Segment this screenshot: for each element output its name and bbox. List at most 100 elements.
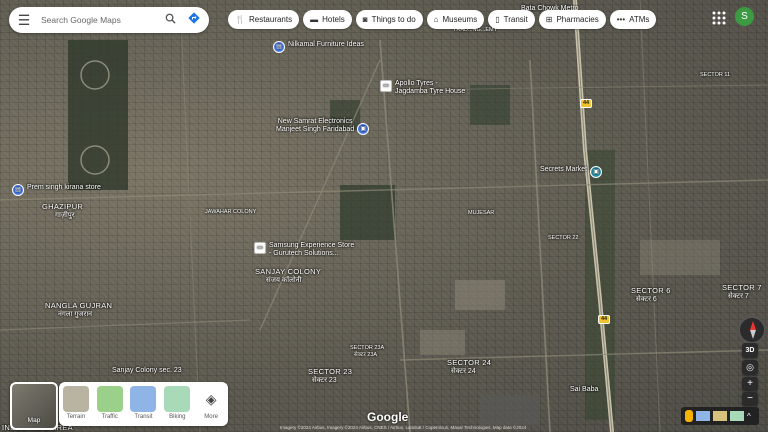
expand-button[interactable]: ^	[747, 412, 751, 421]
imagery-thumbnail[interactable]	[713, 411, 727, 421]
label-sector-11: SECTOR 11	[700, 72, 731, 78]
poi-manjeet-name: Manjeet Singh Faridabad	[276, 126, 355, 133]
label-sector-24-hi: सेक्टर 24	[451, 368, 476, 375]
zoom-in-button[interactable]: +	[742, 377, 758, 391]
chip-atms[interactable]: ••• ATMs	[609, 10, 657, 29]
poi-samsung-name: Samsung Experience Store	[269, 242, 355, 249]
zoom-out-button[interactable]: −	[742, 392, 758, 406]
imagery-thumbnail[interactable]	[730, 411, 744, 421]
pegman-icon[interactable]	[685, 410, 693, 422]
layer-biking[interactable]: Biking	[162, 386, 192, 420]
layers-stack-icon: ◈	[198, 386, 225, 412]
label-sector-23: SECTOR 23	[308, 367, 353, 376]
museum-icon: ⌂	[433, 15, 439, 24]
chip-transit-label: Transit	[503, 15, 528, 24]
label-sector-7: SECTOR 7	[722, 283, 762, 292]
label-sector-7-hi: सेक्टर 7	[728, 293, 749, 300]
poi-samsung[interactable]: ▭ Samsung Experience Store - Gurutech So…	[254, 242, 354, 258]
phone-pin-icon: ▭	[254, 242, 266, 254]
poi-new-samrat[interactable]: New Samrat Electronics Manjeet Singh Far…	[276, 118, 370, 135]
view-3d-button[interactable]: 3D	[742, 343, 758, 358]
imagery-thumbnail[interactable]	[696, 411, 710, 421]
layer-options-panel: Terrain Traffic Transit Biking ◈ More	[59, 382, 228, 426]
chip-things-to-do-label: Things to do	[371, 15, 416, 24]
traffic-thumbnail	[96, 386, 123, 412]
chip-hotels-label: Hotels	[322, 15, 345, 24]
poi-prem-singh-label: Prem singh kirana store	[27, 184, 101, 191]
label-sector-24: SECTOR 24	[447, 358, 492, 367]
layer-biking-label: Biking	[169, 414, 186, 420]
chip-museums-label: Museums	[442, 15, 478, 24]
chip-restaurants-label: Restaurants	[248, 15, 293, 24]
highway-44-shield-south: 44	[598, 315, 611, 324]
poi-new-samrat-label: New Samrat Electronics Manjeet Singh Far…	[276, 118, 354, 134]
layers-toggle-button[interactable]: Map	[10, 382, 58, 430]
biking-thumbnail	[164, 386, 191, 412]
poi-secrets-market-label: Secrets Market	[540, 166, 588, 173]
label-sai-baba[interactable]: Sai Baba	[570, 386, 598, 394]
poi-samsung-label: Samsung Experience Store - Gurutech Solu…	[269, 242, 354, 258]
layer-transit-label: Transit	[134, 414, 153, 420]
label-sector-6-hi: सेक्टर 6	[636, 296, 657, 303]
label-sector-23a-hi: सेक्टर 23A	[354, 352, 378, 358]
menu-icon[interactable]: ☰	[9, 12, 39, 29]
poi-apollo-label: Apollo Tyres - Jagdamba Tyre House	[395, 80, 465, 96]
poi-jagdamba-name: Jagdamba Tyre House	[395, 88, 466, 95]
chip-atms-label: ATMs	[629, 15, 650, 24]
label-ghazipur: GHAZIPUR	[42, 202, 84, 211]
layer-terrain[interactable]: Terrain	[61, 386, 91, 420]
layer-more[interactable]: ◈ More	[196, 386, 226, 420]
market-pin-icon: ▣	[590, 166, 603, 178]
search-icon[interactable]	[158, 11, 182, 29]
chip-pharmacies[interactable]: ⊞ Pharmacies	[538, 10, 606, 29]
chip-restaurants[interactable]: 🍴 Restaurants	[228, 10, 300, 29]
map-attribution: Imagery ©2024 Airbus, Imagery ©2024 Airb…	[280, 425, 527, 430]
fork-knife-icon: 🍴	[235, 15, 245, 24]
store-pin-icon: ▤	[12, 184, 24, 196]
chip-things-to-do[interactable]: ◙ Things to do	[355, 10, 423, 29]
account-avatar[interactable]: S	[735, 7, 754, 26]
poi-nilkamal-label: Nilkamal Furniture Ideas	[288, 41, 364, 48]
poi-nilkamal[interactable]: ▤ Nilkamal Furniture Ideas	[273, 41, 364, 53]
compass-icon[interactable]	[738, 316, 766, 344]
camera-icon: ◙	[362, 15, 368, 24]
label-jawahar-colony: JAWAHAR COLONY	[205, 209, 257, 215]
poi-apollo-tyres[interactable]: ▭ Apollo Tyres - Jagdamba Tyre House	[380, 80, 465, 96]
label-sanjay-colony: SANJAY COLONY	[255, 267, 322, 276]
label-nangla-gujran: NANGLA GUJRAN	[45, 301, 113, 310]
layer-more-label: More	[204, 414, 218, 420]
poi-prem-singh[interactable]: ▤ Prem singh kirana store	[12, 184, 101, 196]
highway-44-shield: 44	[580, 99, 593, 108]
poi-new-samrat-name: New Samrat Electronics	[277, 118, 353, 125]
layers-current-label: Map	[27, 417, 41, 424]
label-nangla-gujran-hi: नंगला गुजरान	[58, 311, 93, 318]
street-view-strip: ^	[681, 407, 759, 425]
my-location-icon[interactable]: ◎	[742, 360, 758, 375]
label-sector-23a: SECTOR 23A	[350, 345, 385, 351]
chip-pharmacies-label: Pharmacies	[556, 15, 599, 24]
poi-gurutech-name: - Gurutech Solutions...	[269, 250, 339, 257]
layer-traffic[interactable]: Traffic	[95, 386, 125, 420]
shop-pin-icon: ▣	[357, 123, 370, 135]
label-sanjay-colony-hi: संजय कॉलोनी	[266, 277, 302, 284]
search-input[interactable]	[39, 14, 158, 26]
search-box: ☰	[9, 7, 209, 33]
poi-secrets-market[interactable]: Secrets Market ▣	[540, 166, 603, 178]
bed-icon: ▬	[310, 15, 319, 24]
label-mujesar: MUJESAR	[468, 210, 495, 216]
directions-icon[interactable]	[182, 11, 206, 29]
layer-transit[interactable]: Transit	[128, 386, 158, 420]
label-sanjay-colony-23[interactable]: Sanjay Colony sec. 23	[112, 367, 182, 375]
pharmacy-icon: ⊞	[545, 15, 553, 24]
chip-museums[interactable]: ⌂ Museums	[426, 10, 485, 29]
chip-hotels[interactable]: ▬ Hotels	[303, 10, 352, 29]
label-sector-22: SECTOR 22	[548, 235, 579, 241]
poi-apollo-name: Apollo Tyres -	[395, 80, 438, 87]
more-dots-icon: •••	[616, 15, 626, 24]
category-chips: 🍴 Restaurants ▬ Hotels ◙ Things to do ⌂ …	[228, 10, 657, 29]
chip-transit[interactable]: ▯ Transit	[488, 10, 535, 29]
store-pin-icon: ▤	[273, 41, 285, 53]
apps-grid-icon[interactable]	[711, 10, 727, 26]
google-logo: Google	[367, 410, 409, 424]
label-sector-23-hi: सेक्टर 23	[312, 377, 337, 384]
